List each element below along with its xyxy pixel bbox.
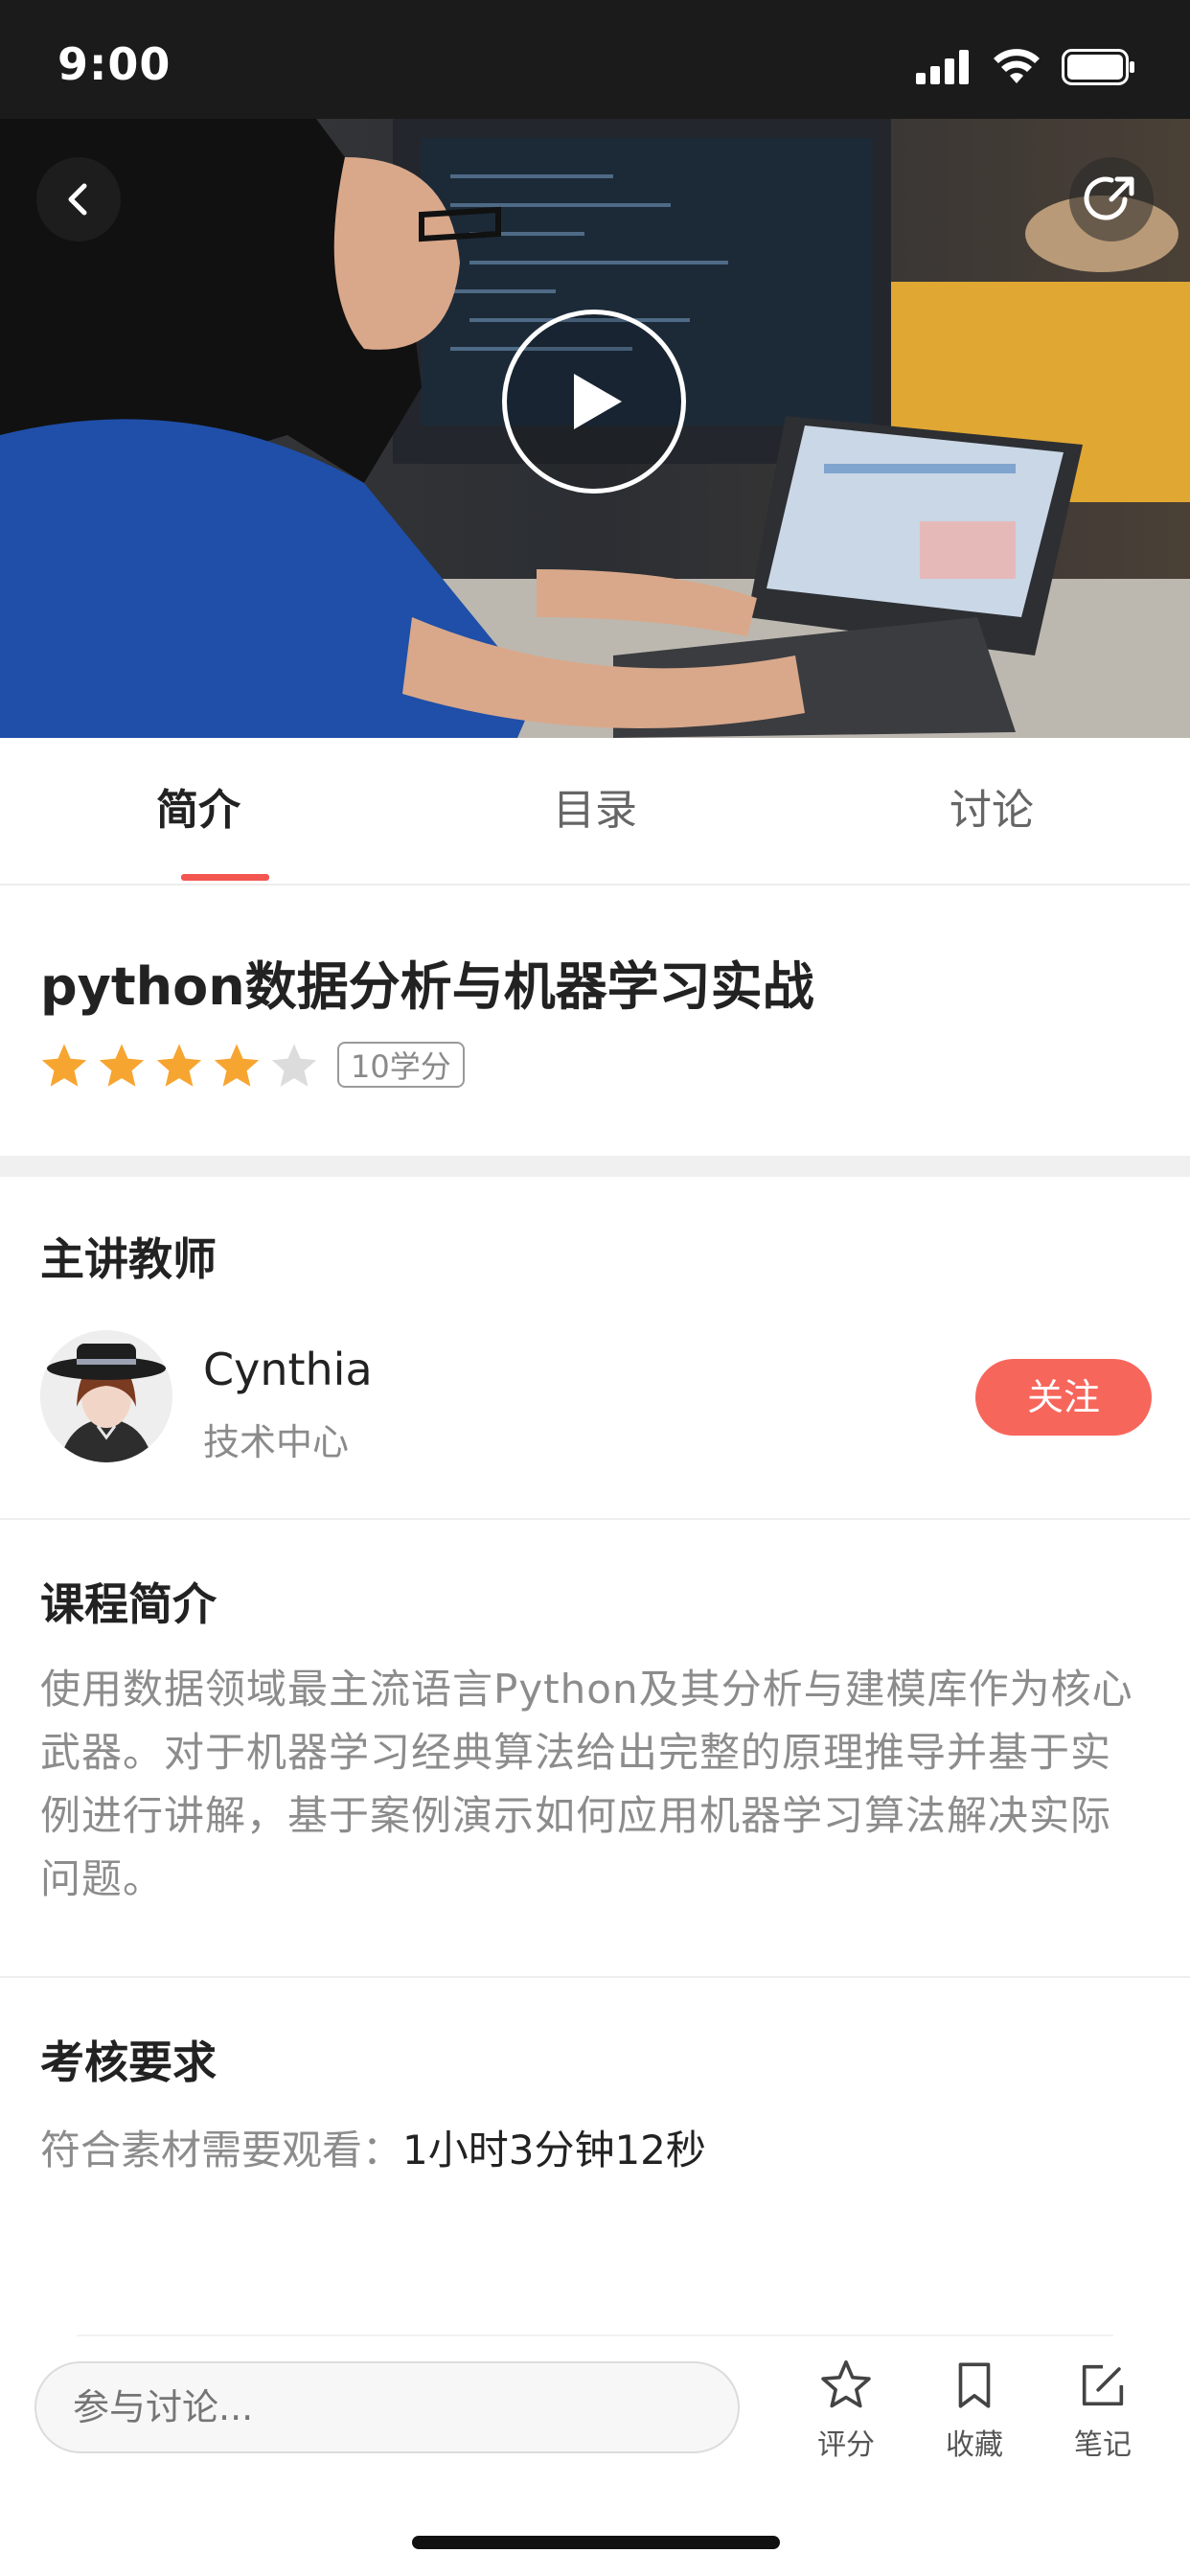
tab-intro[interactable]: 简介	[0, 738, 397, 884]
star-filled-icon	[214, 1044, 260, 1087]
rate-button[interactable]: 评分	[793, 2358, 899, 2463]
follow-button[interactable]: 关注	[975, 1359, 1152, 1436]
share-icon	[1084, 176, 1134, 220]
star-filled-icon	[156, 1044, 202, 1087]
tab-discussion-label: 讨论	[950, 786, 1034, 835]
bottom-bar-divider	[77, 2334, 1113, 2336]
star-filled-icon	[41, 1044, 87, 1087]
requirement-line: 符合素材需要观看：1小时3分钟12秒	[40, 2118, 706, 2176]
edit-note-icon	[1082, 2364, 1124, 2406]
tab-bar: 简介 目录 讨论	[0, 738, 1190, 886]
star-outline-icon	[821, 2360, 871, 2408]
course-title: python数据分析与机器学习实战	[40, 956, 814, 1017]
course-description: 使用数据领域最主流语言Python及其分析与建模库作为核心武器。对于机器学习经典…	[40, 1666, 1133, 1902]
signal-icon	[916, 50, 969, 84]
status-bar: 9:00	[0, 0, 1190, 119]
divider	[0, 1518, 1190, 1520]
video-player[interactable]	[0, 119, 1190, 738]
rating-stars	[38, 1041, 320, 1092]
requirement-section-heading: 考核要求	[40, 2036, 217, 2088]
status-icons	[916, 48, 1136, 86]
teacher-avatar[interactable]	[40, 1330, 172, 1462]
section-gap	[0, 1156, 1190, 1177]
divider	[0, 1976, 1190, 1978]
teacher-name: Cynthia	[203, 1344, 373, 1395]
tab-catalog-label: 目录	[553, 786, 637, 835]
chevron-left-icon	[68, 183, 87, 216]
teacher-department: 技术中心	[203, 1421, 350, 1463]
back-button[interactable]	[36, 157, 121, 242]
notes-label: 笔记	[1074, 2428, 1132, 2462]
star-filled-icon	[99, 1044, 145, 1087]
credit-badge: 10学分	[337, 1042, 465, 1088]
wifi-icon	[994, 49, 1040, 83]
avatar-image	[40, 1330, 172, 1462]
tab-catalog[interactable]: 目录	[397, 738, 793, 884]
rate-label: 评分	[817, 2428, 875, 2462]
star-empty-icon	[271, 1044, 317, 1087]
play-icon	[574, 374, 622, 429]
tab-discussion[interactable]: 讨论	[793, 738, 1190, 884]
requirement-label: 符合素材需要观看：	[40, 2127, 403, 2174]
teacher-section-heading: 主讲教师	[40, 1233, 217, 1285]
play-button[interactable]	[502, 310, 686, 494]
favorite-label: 收藏	[946, 2428, 1003, 2462]
home-indicator	[412, 2536, 780, 2549]
discussion-input[interactable]	[34, 2361, 740, 2453]
status-time: 9:00	[57, 38, 172, 90]
battery-icon	[1062, 49, 1134, 85]
requirement-value: 1小时3分钟12秒	[402, 2127, 706, 2174]
favorite-button[interactable]: 收藏	[922, 2358, 1027, 2463]
intro-section-heading: 课程简介	[40, 1578, 217, 1630]
active-tab-indicator	[181, 874, 269, 881]
tab-intro-label: 简介	[156, 786, 240, 835]
bookmark-icon	[958, 2362, 991, 2408]
share-button[interactable]	[1069, 157, 1154, 242]
notes-button[interactable]: 笔记	[1050, 2358, 1156, 2463]
